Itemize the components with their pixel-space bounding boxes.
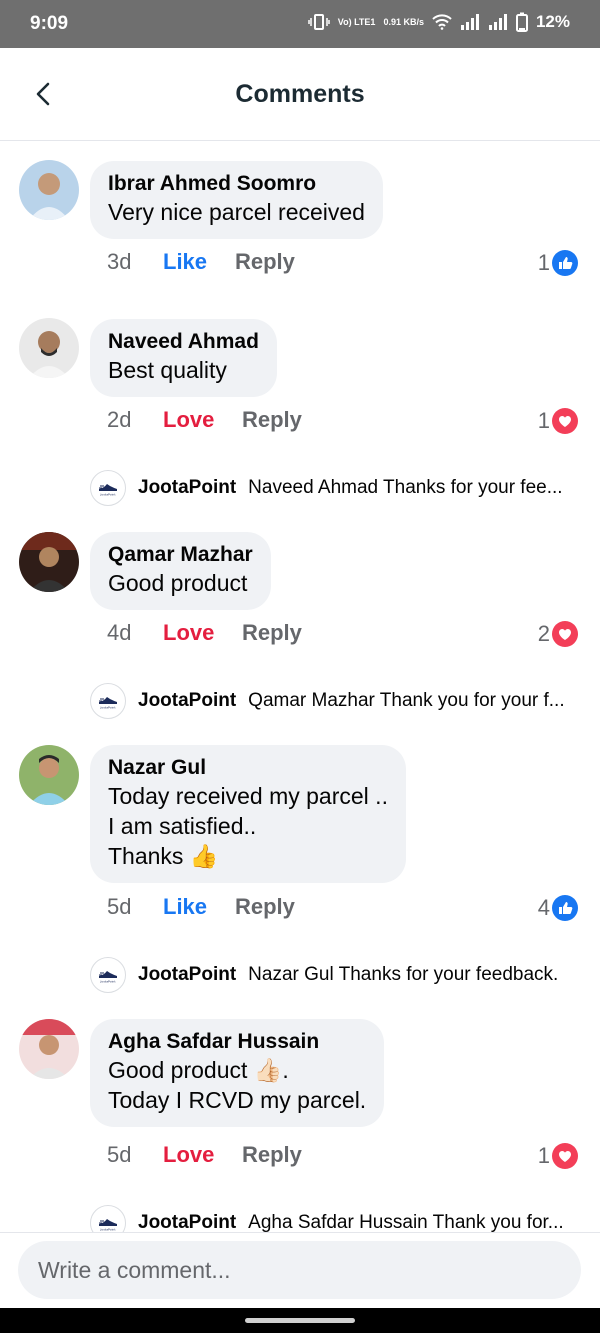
reply-button[interactable]: Reply (235, 894, 295, 920)
reply-button[interactable]: Reply (242, 620, 302, 646)
commenter-name[interactable]: Qamar Mazhar (108, 542, 253, 568)
shoe-logo-icon: JootaPoint (99, 697, 117, 710)
page-name[interactable]: JootaPoint (138, 1212, 236, 1232)
system-nav-bar (0, 1308, 600, 1333)
comment-composer (0, 1232, 600, 1308)
reaction-count[interactable]: 1 (538, 1143, 578, 1169)
home-handle[interactable] (245, 1318, 355, 1323)
page-avatar[interactable]: JootaPoint (90, 957, 126, 993)
comment-bubble[interactable]: Qamar Mazhar Good product (90, 532, 271, 610)
reaction-count-value: 2 (537, 621, 550, 646)
like-reaction-icon (552, 250, 578, 276)
page-reply-text: Agha Safdar Hussain Thank you for... (248, 1212, 564, 1232)
signal-icon (460, 14, 479, 30)
comment-actions: 3d Like Reply (107, 249, 295, 275)
shoe-logo-icon: JootaPoint (99, 971, 117, 984)
vibrate-icon (308, 14, 330, 30)
shoe-logo-icon: JootaPoint (99, 1219, 117, 1232)
reaction-count[interactable]: 4 (538, 895, 578, 921)
page-avatar[interactable]: JootaPoint (90, 1205, 126, 1232)
page-reply[interactable]: JootaPoint JootaPoint Agha Safdar Hussai… (90, 1205, 564, 1232)
status-bar: 9:09 Vo) LTE1 0.91 KB/s 12% (0, 0, 600, 48)
comment-actions: 2d Love Reply (107, 407, 302, 433)
commenter-name[interactable]: Naveed Ahmad (108, 329, 259, 355)
like-reaction-icon (552, 895, 578, 921)
avatar[interactable] (19, 160, 79, 220)
page-reply[interactable]: JootaPoint JootaPoint Naveed Ahmad Thank… (90, 470, 563, 506)
app-header: Comments (0, 48, 600, 141)
page-reply-text: Naveed Ahmad Thanks for your fee... (248, 477, 563, 498)
love-button[interactable]: Love (163, 1142, 242, 1168)
avatar[interactable] (19, 745, 79, 805)
comment-input[interactable] (18, 1241, 581, 1299)
reaction-count[interactable]: 2 (538, 621, 578, 647)
love-reaction-icon (552, 621, 578, 647)
like-button[interactable]: Like (163, 894, 235, 920)
reaction-count-value: 1 (537, 1143, 550, 1168)
comment-bubble[interactable]: Ibrar Ahmed Soomro Very nice parcel rece… (90, 161, 383, 239)
comment-actions: 4d Love Reply (107, 620, 302, 646)
comment-bubble[interactable]: Agha Safdar Hussain Good product 👍🏻. Tod… (90, 1019, 385, 1127)
comment-text: Best quality (108, 357, 227, 383)
wifi-icon (432, 14, 452, 30)
reaction-count-value: 4 (537, 895, 550, 920)
avatar[interactable] (19, 318, 79, 378)
reply-button[interactable]: Reply (242, 407, 302, 433)
svg-text:JootaPoint: JootaPoint (99, 493, 116, 497)
love-reaction-icon (552, 408, 578, 434)
battery-icon (515, 12, 528, 32)
commenter-name[interactable]: Agha Safdar Hussain (108, 1029, 366, 1055)
comment-actions: 5d Like Reply (107, 894, 295, 920)
love-button[interactable]: Love (163, 407, 242, 433)
comment-age: 2d (107, 407, 132, 432)
network-speed: 0.91 KB/s (383, 16, 424, 27)
reaction-count-value: 1 (537, 408, 550, 433)
comment-text: Good product 👍🏻. Today I RCVD my parcel. (108, 1057, 367, 1113)
comment-age: 5d (107, 1142, 132, 1167)
page-name[interactable]: JootaPoint (138, 964, 236, 986)
svg-text:JootaPoint: JootaPoint (99, 1228, 116, 1232)
page-avatar[interactable]: JootaPoint (90, 470, 126, 506)
page-title: Comments (235, 80, 365, 108)
avatar[interactable] (19, 1019, 79, 1079)
avatar[interactable] (19, 532, 79, 592)
status-time: 9:09 (30, 13, 69, 34)
signal-icon-2 (488, 14, 507, 30)
page-reply-text: Qamar Mazhar Thank you for your f... (248, 690, 565, 711)
reply-button[interactable]: Reply (235, 249, 295, 275)
reaction-count[interactable]: 1 (538, 250, 578, 276)
status-icons: Vo) LTE1 0.91 KB/s 12% (308, 12, 570, 32)
page-reply[interactable]: JootaPoint JootaPoint Nazar Gul Thanks f… (90, 957, 558, 993)
comment-age: 4d (107, 620, 132, 645)
page-name[interactable]: JootaPoint (138, 690, 236, 712)
comment-age: 3d (107, 249, 132, 274)
shoe-logo-icon: JootaPoint (99, 484, 117, 497)
svg-text:JootaPoint: JootaPoint (99, 706, 116, 710)
comment-text: Very nice parcel received (108, 199, 365, 225)
comments-list[interactable]: Ibrar Ahmed Soomro Very nice parcel rece… (0, 142, 600, 1232)
comment-text: Today received my parcel .. I am satisfi… (108, 783, 388, 869)
commenter-name[interactable]: Ibrar Ahmed Soomro (108, 171, 365, 197)
page-avatar[interactable]: JootaPoint (90, 683, 126, 719)
reaction-count-value: 1 (537, 250, 550, 275)
comment-bubble[interactable]: Nazar Gul Today received my parcel .. I … (90, 745, 406, 883)
like-button[interactable]: Like (163, 249, 235, 275)
page-reply-text: Nazar Gul Thanks for your feedback. (248, 964, 559, 985)
svg-text:JootaPoint: JootaPoint (99, 980, 116, 984)
reaction-count[interactable]: 1 (538, 408, 578, 434)
comment-age: 5d (107, 894, 132, 919)
comment-actions: 5d Love Reply (107, 1142, 302, 1168)
page-name[interactable]: JootaPoint (138, 477, 236, 499)
commenter-name[interactable]: Nazar Gul (108, 755, 388, 781)
page-reply[interactable]: JootaPoint JootaPoint Qamar Mazhar Thank… (90, 683, 565, 719)
comment-bubble[interactable]: Naveed Ahmad Best quality (90, 319, 277, 397)
network-label: Vo) LTE1 (337, 16, 376, 27)
reply-button[interactable]: Reply (242, 1142, 302, 1168)
comment-text: Good product (108, 570, 248, 596)
love-button[interactable]: Love (163, 620, 242, 646)
love-reaction-icon (552, 1143, 578, 1169)
battery-percent: 12% (535, 12, 570, 31)
